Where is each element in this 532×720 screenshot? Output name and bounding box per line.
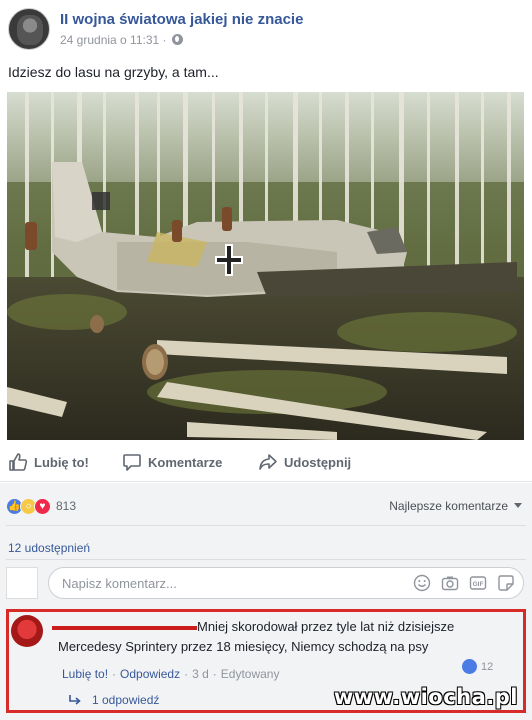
separator: · [184, 667, 189, 681]
comment-edited-label[interactable]: Edytowany [221, 667, 280, 681]
sticker-icon[interactable] [497, 574, 515, 592]
divider [6, 559, 526, 560]
emoji-icon[interactable] [413, 574, 431, 592]
post-photo[interactable] [7, 92, 524, 440]
speech-bubble-icon [123, 454, 141, 471]
reaction-summary[interactable]: 👍 ○ ♥ 813 [6, 497, 76, 515]
post-text: Idziesz do lasu na grzyby, a tam... [8, 64, 219, 80]
comment-button-label: Komentarze [148, 454, 223, 470]
camera-icon[interactable] [441, 574, 459, 592]
user-avatar [6, 567, 38, 599]
site-watermark: www.wiocha.pl [333, 685, 518, 709]
post-date-link[interactable]: 24 grudnia o 11:31 [60, 33, 159, 47]
comment-age[interactable]: 3 d [192, 667, 209, 681]
replies-count-label: 1 odpowiedź [92, 693, 160, 707]
gif-icon[interactable]: GIF [469, 574, 487, 592]
comment-text-line1: Mniej skorodował przez tyle lat niż dzis… [197, 619, 455, 634]
globe-icon[interactable] [171, 34, 183, 45]
meta-separator: · [162, 33, 167, 47]
composer-tools: GIF [413, 574, 515, 592]
reaction-count: 813 [56, 499, 77, 513]
share-button-label: Udostępnij [284, 454, 352, 470]
post-header: II wojna światowa jakiej nie znacie 24 g… [0, 0, 532, 58]
post-action-bar: Lubię to! Komentarze Udostępnij [0, 444, 532, 482]
view-replies-link[interactable]: 1 odpowiedź [68, 693, 159, 707]
comment-input-placeholder: Napisz komentarz... [62, 576, 177, 591]
redacted-author-name [52, 626, 197, 630]
page-name-link[interactable]: II wojna światowa jakiej nie znacie [60, 11, 303, 28]
divider [6, 525, 526, 526]
comment-like-link[interactable]: Lubię to! [62, 667, 108, 681]
commenter-avatar[interactable] [11, 615, 43, 647]
comment-reaction-summary[interactable]: 12 [462, 659, 493, 674]
svg-text:GIF: GIF [473, 581, 484, 588]
separator: · [212, 667, 217, 681]
separator: · [112, 667, 117, 681]
reply-arrow-icon [69, 695, 81, 705]
like-button[interactable]: Lubię to! [8, 452, 89, 472]
comment-bubble: Mniej skorodował przez tyle lat niż dzis… [48, 617, 508, 661]
comment-input[interactable]: Napisz komentarz... GIF [48, 567, 524, 599]
share-button[interactable]: Udostępnij [258, 452, 351, 472]
share-arrow-icon [259, 454, 277, 470]
love-reaction-icon: ♥ [34, 497, 51, 515]
comment-sort-dropdown[interactable]: Najlepsze komentarze [389, 499, 522, 513]
comment-reply-link[interactable]: Odpowiedz [120, 667, 180, 681]
comment-button[interactable]: Komentarze [122, 452, 222, 472]
comment-text-line2: Mercedesy Sprintery przez 18 miesięcy, N… [58, 639, 429, 654]
thumbs-up-icon [9, 453, 28, 471]
shares-count-link[interactable]: 12 udostępnień [8, 541, 90, 555]
like-button-label: Lubię to! [34, 454, 89, 470]
page-avatar[interactable] [8, 8, 50, 50]
comment-reaction-count: 12 [481, 660, 494, 673]
like-reaction-icon [462, 659, 477, 674]
feedback-section: 👍 ○ ♥ 813 Najlepsze komentarze 12 udostę… [0, 483, 532, 720]
comment-actions: Lubię to! · Odpowiedz · 3 d · Edytowany [62, 667, 279, 681]
post-meta: 24 grudnia o 11:31 · [60, 33, 183, 47]
